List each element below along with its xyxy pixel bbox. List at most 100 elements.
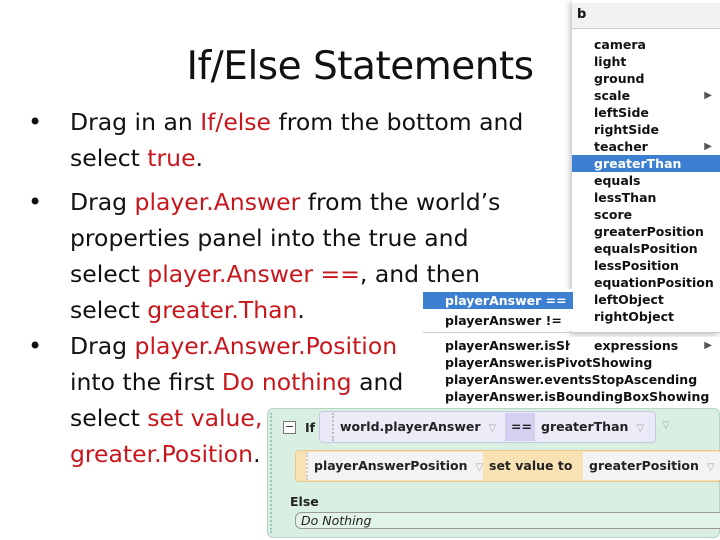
bullet-text: from the bottom and: [271, 108, 524, 136]
menu-item-label: equationPosition: [594, 275, 714, 290]
menu-item-ground[interactable]: ground: [572, 70, 720, 87]
bullet-text: Drag: [70, 332, 135, 360]
bullet-text: and: [351, 368, 404, 396]
bullet-icon: •: [28, 108, 43, 136]
bullet-text: select: [70, 296, 148, 324]
bullet-line: properties panel into the true and: [70, 220, 469, 256]
bullet-line: Drag in an If/else from the bottom and: [70, 104, 523, 140]
menu-item-label: ground: [594, 71, 645, 86]
menu-header: b: [577, 7, 587, 22]
bullet-text: .: [253, 440, 261, 468]
bullet-line: select set value,: [70, 400, 262, 436]
else-keyword: Else: [290, 494, 319, 509]
menu-item-light[interactable]: light: [572, 53, 720, 70]
bullet-line: select player.Answer ==, and then: [70, 256, 480, 292]
equals-operator[interactable]: ==: [505, 413, 535, 441]
menu-item-label: greaterThan: [594, 156, 682, 171]
menu-item-label: light: [594, 54, 627, 69]
condition-right[interactable]: greaterThan ▽: [535, 413, 647, 441]
highlighted-term: set value,: [147, 404, 263, 432]
highlighted-term: greater.Than: [147, 296, 298, 324]
highlighted-term: Do nothing: [221, 368, 352, 396]
menu-item-greaterPosition[interactable]: greaterPosition: [572, 223, 720, 240]
bullet-text: Drag: [70, 188, 135, 216]
bullet-text: .: [195, 144, 204, 172]
dropdown-icon: ▽: [488, 423, 497, 434]
bullet-text: select: [70, 260, 148, 288]
menu-item-label: rightObject: [594, 309, 674, 324]
menu-item-label: scale: [594, 88, 631, 103]
if-else-block[interactable]: − If world.playerAnswer ▽ == greaterThan ▽…: [267, 408, 720, 538]
condition-dropdown-icon[interactable]: ▽: [662, 420, 670, 431]
menu-item-property[interactable]: playerAnswer.eventsStopAscending: [423, 371, 698, 388]
menu-item-score[interactable]: score: [572, 206, 720, 223]
menu-item-rightSide[interactable]: rightSide: [572, 121, 720, 138]
menu-item-label: leftSide: [594, 105, 649, 120]
menu-item-label: greaterPosition: [594, 224, 704, 239]
menu-item-player-answer[interactable]: playerAnswer !=: [423, 312, 573, 329]
highlighted-term: player.Answer ==: [147, 260, 360, 288]
set-value-label: set value to: [489, 458, 573, 473]
menu-item-label: lessThan: [594, 190, 657, 205]
menu-item-label: leftObject: [594, 292, 664, 307]
collapse-button[interactable]: −: [283, 421, 296, 434]
menu-item-leftObject[interactable]: leftObject: [572, 291, 720, 308]
menu-item-lessPosition[interactable]: lessPosition: [572, 257, 720, 274]
player-answer-properties: playerAnswer.isShowingplayerAnswer.isPiv…: [423, 337, 720, 407]
bullet-text: Drag in an: [70, 108, 201, 136]
menu-item-label: score: [594, 207, 633, 222]
condition-left[interactable]: world.playerAnswer ▽: [332, 413, 505, 441]
highlighted-term: player.Answer: [134, 188, 301, 216]
bullet-text: into the first: [70, 368, 222, 396]
target-variable[interactable]: playerAnswerPosition ▽: [306, 452, 483, 480]
bullet-line: Drag player.Answer from the world’s: [70, 184, 500, 220]
drag-handle[interactable]: [270, 413, 277, 533]
submenu-arrow-icon: ▶: [704, 90, 712, 101]
menu-item-label: camera: [594, 37, 646, 52]
menu-item-equationPosition[interactable]: equationPosition: [572, 274, 720, 291]
value-field[interactable]: greaterPosition ▽: [583, 452, 720, 480]
highlighted-term: player.Answer.Position: [134, 332, 398, 360]
property-menu: b camera light ground scale ▶ leftSide rightSi…: [572, 0, 720, 333]
menu-item-property[interactable]: playerAnswer.isBoundingBoxShowing: [423, 388, 710, 405]
bullet-line: greater.Position.: [70, 436, 261, 472]
highlighted-term: true: [147, 144, 196, 172]
bullet-line: into the first Do nothing and: [70, 364, 403, 400]
menu-item-property[interactable]: playerAnswer.isShowing: [423, 337, 570, 354]
player-answer-menu: playerAnswer == playerAnswer !=: [423, 289, 573, 331]
menu-item-scale[interactable]: scale ▶: [572, 87, 720, 104]
submenu-arrow-icon: ▶: [704, 141, 712, 152]
menu-item-rightObject[interactable]: rightObject: [572, 308, 720, 325]
slide-title: If/Else Statements: [186, 44, 534, 89]
menu-item-equalsPosition[interactable]: equalsPosition: [572, 240, 720, 257]
bullet-text: .: [297, 296, 305, 324]
menu-item-equals[interactable]: equals: [572, 172, 720, 189]
menu-item-label: rightSide: [594, 122, 659, 137]
bullet-text: select: [70, 404, 148, 432]
highlighted-term: If/else: [200, 108, 272, 136]
menu-item-player-answer[interactable]: playerAnswer ==: [423, 292, 573, 309]
menu-item-camera[interactable]: camera: [572, 36, 720, 53]
highlighted-term: greater.Position: [70, 440, 254, 468]
bullet-line: Drag player.Answer.Position: [70, 328, 397, 364]
bullet-line: select true.: [70, 140, 203, 176]
menu-item-teacher[interactable]: teacher ▶: [572, 138, 720, 155]
bullet-line: select greater.Than.: [70, 292, 305, 328]
dropdown-icon: ▽: [636, 423, 645, 434]
bullet-text: , and then: [359, 260, 480, 288]
condition[interactable]: world.playerAnswer ▽ == greaterThan ▽: [319, 411, 656, 443]
bullet-text: properties panel into the true and: [70, 224, 469, 252]
menu-item-greaterThan[interactable]: greaterThan: [572, 155, 720, 172]
menu-item-leftSide[interactable]: leftSide: [572, 104, 720, 121]
dropdown-icon: ▽: [706, 462, 715, 473]
menu-separator: [423, 332, 573, 333]
menu-item-label: lessPosition: [594, 258, 679, 273]
menu-item-label: equals: [594, 173, 641, 188]
menu-item-lessThan[interactable]: lessThan: [572, 189, 720, 206]
menu-separator: [572, 332, 720, 333]
bullet-icon: •: [28, 188, 43, 216]
menu-item-label: equalsPosition: [594, 241, 698, 256]
set-value-statement[interactable]: playerAnswerPosition ▽ set value to great…: [295, 450, 720, 482]
do-nothing-slot[interactable]: Do Nothing: [295, 512, 720, 529]
menu-item-property[interactable]: playerAnswer.isPivotShowing: [423, 354, 653, 371]
